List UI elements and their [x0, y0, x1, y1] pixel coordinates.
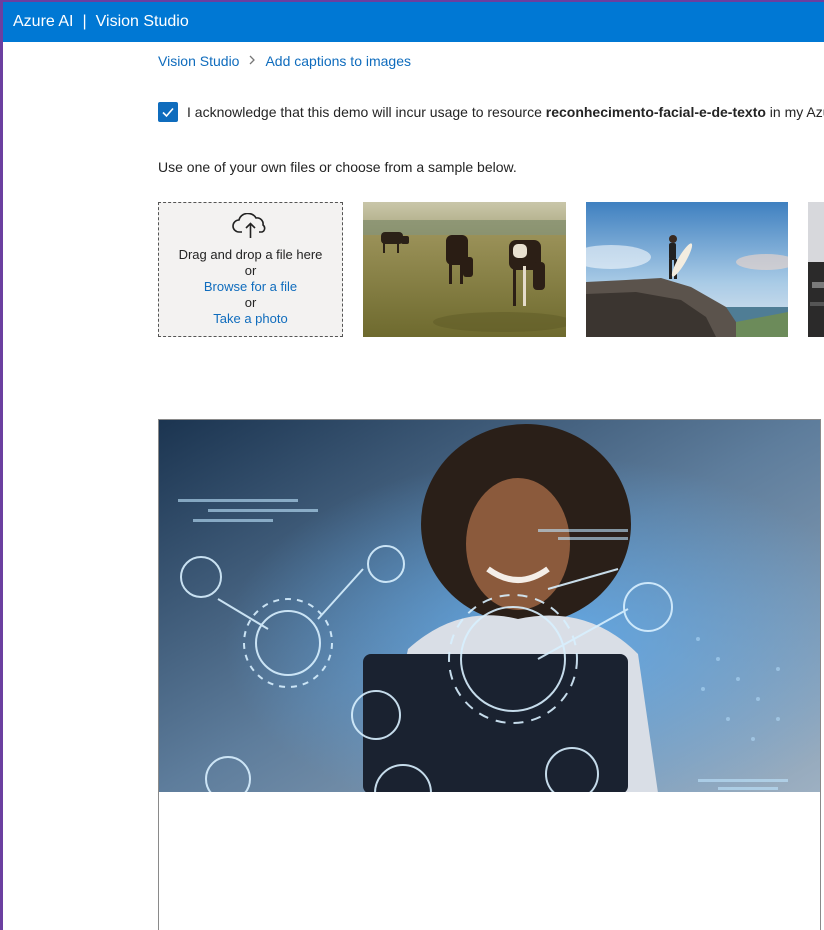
breadcrumb-current[interactable]: Add captions to images — [265, 53, 411, 69]
chevron-right-icon — [248, 54, 256, 68]
acknowledge-text-suffix: in my Azu — [769, 104, 824, 120]
acknowledge-text-prefix: I acknowledge that this demo will incur … — [187, 104, 546, 120]
acknowledge-row: I acknowledge that this demo will incur … — [158, 102, 824, 122]
breadcrumb-root[interactable]: Vision Studio — [158, 53, 239, 69]
browse-file-link[interactable]: Browse for a file — [204, 279, 297, 295]
cloud-upload-icon — [231, 212, 270, 243]
results-panel — [158, 792, 821, 930]
breadcrumb: Vision Studio Add captions to images — [158, 53, 411, 69]
top-bar: Azure AI | Vision Studio — [3, 2, 824, 42]
app-window: Azure AI | Vision Studio Vision Studio A… — [3, 2, 824, 930]
or-text: or — [244, 263, 257, 278]
brand-separator: | — [82, 13, 87, 30]
intro-text: Use one of your own files or choose from… — [158, 159, 517, 175]
file-upload-dropzone[interactable]: Drag and drop a file here or Browse for … — [158, 202, 343, 337]
drag-drop-text: Drag and drop a file here — [178, 247, 323, 262]
acknowledge-checkbox[interactable] — [158, 102, 178, 122]
selected-image — [158, 419, 820, 793]
sample-image-partial[interactable] — [808, 202, 824, 337]
resource-name: reconhecimento-facial-e-de-texto — [545, 104, 766, 120]
product-name[interactable]: Vision Studio — [96, 13, 189, 31]
brand-name[interactable]: Azure AI — [13, 13, 73, 31]
or-text: or — [244, 295, 257, 310]
take-photo-link[interactable]: Take a photo — [213, 311, 287, 327]
checkmark-icon — [162, 107, 174, 118]
sample-image-surfer[interactable] — [586, 202, 788, 337]
sample-image-cows[interactable] — [363, 202, 566, 337]
